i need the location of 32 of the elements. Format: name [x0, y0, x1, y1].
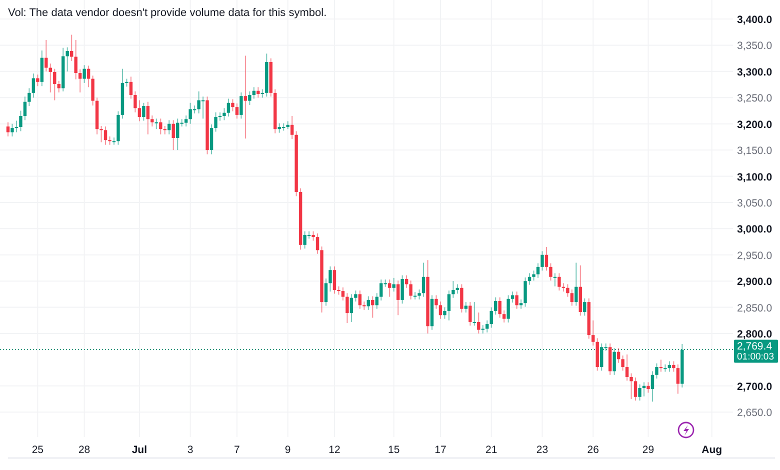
price-axis-label: 2,800.0: [737, 328, 772, 340]
price-axis-label: 3,200.0: [737, 118, 772, 131]
price-axis-label: 3,050.0: [737, 197, 772, 210]
price-axis-label: 3,400.0: [737, 14, 772, 26]
current-price-badge: 2,769.4 01:00:03: [734, 340, 778, 363]
date-axis-label: 15: [388, 444, 400, 456]
date-axis-label: Jul: [132, 444, 148, 456]
date-axis-label: 7: [234, 444, 240, 456]
date-axis-label: 17: [434, 444, 446, 456]
date-axis-label: 28: [78, 444, 90, 456]
price-axis-label: 3,250.0: [737, 92, 772, 105]
date-axis-label: Aug: [702, 444, 722, 456]
price-axis-label: 3,100.0: [737, 171, 772, 184]
price-axis-label: 3,150.0: [737, 145, 772, 158]
date-axis-label: 9: [284, 444, 291, 456]
price-axis-label: 3,000.0: [737, 224, 772, 236]
price-axis-label: 3,300.0: [737, 66, 772, 78]
date-axis-label: 23: [536, 444, 548, 456]
date-axis-label: 25: [32, 444, 44, 456]
date-axis-label: 29: [642, 444, 654, 456]
date-axis-label: 26: [587, 444, 599, 456]
price-axis-label: 2,650.0: [737, 407, 772, 420]
price-axis-label: 2,950.0: [737, 250, 772, 262]
volume-notice: Vol: The data vendor doesn't provide volume data for this symbol.: [8, 6, 327, 21]
lightning-icon[interactable]: [678, 422, 694, 438]
price-axis-label: 2,850.0: [737, 302, 772, 314]
date-axis-label: 12: [328, 444, 340, 456]
date-axis-label: 3: [187, 444, 194, 456]
price-axis-label: 2,900.0: [737, 276, 772, 288]
price-axis-label: 2,700.0: [737, 380, 772, 393]
date-axis-label: 21: [486, 444, 498, 456]
price-axis-label: 3,350.0: [737, 40, 772, 52]
